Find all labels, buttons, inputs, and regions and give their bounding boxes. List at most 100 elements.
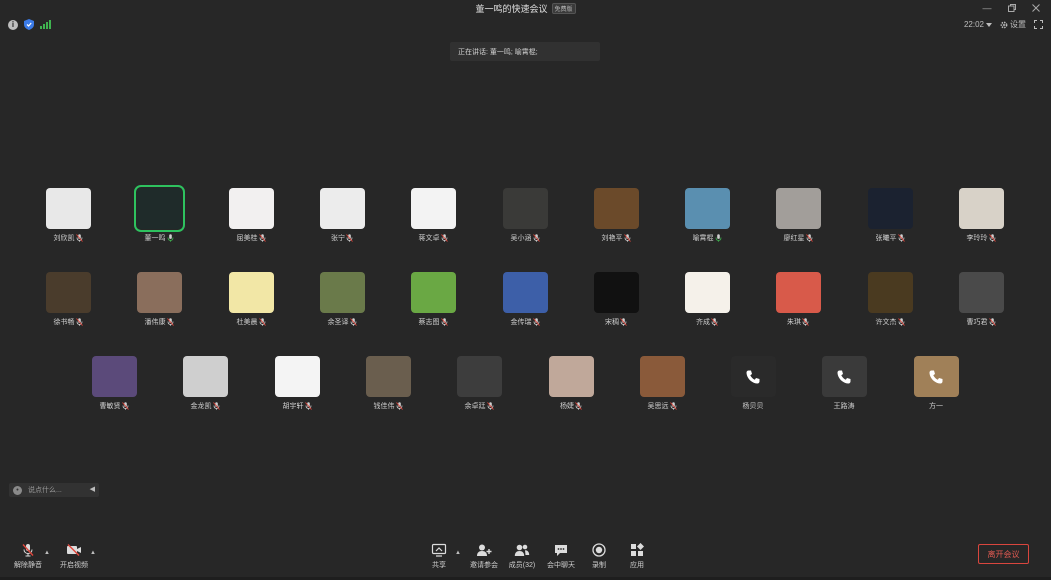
participant-name-row: 胡宇轩 [267, 401, 327, 411]
participant-name: 胡宇轩 [282, 403, 304, 410]
participant-tile[interactable]: 董一鸣 [129, 185, 189, 243]
chevron-down-icon [986, 22, 992, 27]
mic-muted-icon [623, 234, 631, 242]
unmute-button[interactable]: 解除静音 [10, 543, 46, 570]
participant-name: 余圣译 [327, 319, 349, 326]
participant-name-row: 余圣译 [312, 317, 372, 327]
chat-input[interactable]: • 说点什么... ◀ [9, 483, 99, 497]
participant-name: 余卓廷 [464, 403, 486, 410]
mic-muted-icon [346, 234, 353, 242]
participant-tile[interactable]: 刘艳平 [586, 188, 646, 243]
invite-button[interactable]: 邀请参会 [466, 543, 502, 570]
participant-tile[interactable]: 杜美晨 [221, 272, 281, 327]
participant-name: 方一 [929, 403, 943, 410]
participant-tile[interactable]: 徐书畅 [38, 272, 98, 327]
participant-tile[interactable]: 胡宇轩 [267, 356, 327, 411]
mic-muted-icon [897, 318, 905, 326]
minimize-icon[interactable]: — [981, 2, 993, 14]
participant-tile[interactable]: 齐成 [677, 272, 737, 327]
participant-name: 刘艳平 [601, 235, 623, 242]
participant-tile[interactable]: 喻霄棍 [677, 188, 737, 243]
info-icon[interactable]: i [8, 19, 18, 30]
close-icon[interactable] [1030, 2, 1042, 14]
participant-name: 曹敏贤 [99, 403, 121, 410]
meeting-title: 董一鸣的快速会议 [475, 4, 548, 14]
leave-meeting-button[interactable]: 离开会议 [978, 544, 1029, 564]
emoji-icon[interactable]: • [13, 485, 22, 495]
participant-avatar [228, 272, 274, 313]
chat-button[interactable]: 会中聊天 [543, 543, 579, 570]
record-button[interactable]: 录制 [581, 543, 617, 570]
participant-tile[interactable]: 钱佳伟 [358, 356, 418, 411]
signal-icon[interactable] [40, 20, 51, 29]
participant-avatar [548, 356, 594, 397]
participant-name-row: 刘艳平 [586, 233, 646, 243]
participant-tile[interactable]: 廖红星 [768, 188, 828, 243]
participant-name-row: 张宁 [312, 233, 372, 243]
participant-avatar [410, 188, 456, 229]
meeting-clock[interactable]: 22:02 [964, 20, 992, 29]
participant-name-row: 曹巧君 [951, 317, 1011, 327]
participant-name: 杨贝贝 [742, 403, 764, 410]
participant-tile[interactable]: 张宁 [312, 188, 372, 243]
participant-avatar [182, 356, 228, 397]
participant-tile[interactable]: 朱琪 [768, 272, 828, 327]
participant-tile[interactable]: 方一 [906, 356, 966, 411]
participant-name: 曹巧君 [966, 319, 988, 326]
participant-avatar [502, 188, 548, 229]
add-user-icon [477, 544, 492, 556]
participant-tile[interactable]: 吴思远 [632, 356, 692, 411]
participant-avatar [593, 188, 639, 229]
participant-name-row: 杨贝贝 [723, 401, 783, 411]
participant-tile[interactable]: 王路涛 [814, 356, 874, 411]
start-video-button[interactable]: 开启视频 [56, 543, 92, 570]
participant-tile[interactable]: 杨贝贝 [723, 356, 783, 411]
mic-muted-icon [395, 402, 403, 410]
participant-tile[interactable]: 张曦平 [860, 188, 920, 243]
settings-button[interactable]: 设置 [1000, 19, 1026, 30]
participant-avatar [502, 272, 548, 313]
participant-avatar [867, 188, 913, 229]
participant-tile[interactable]: 杨婕 [541, 356, 601, 411]
share-button[interactable]: 共享 [421, 543, 457, 570]
participant-name-row: 吴小涵 [495, 233, 555, 243]
participant-tile[interactable]: 许文杰 [860, 272, 920, 327]
participant-tile[interactable]: 金龙凯 [175, 356, 235, 411]
participant-tile[interactable]: 屈美桂 [221, 188, 281, 243]
collapse-chat-icon[interactable]: ◀ [90, 485, 95, 493]
participant-avatar [45, 188, 91, 229]
participant-tile[interactable]: 潘伟康 [129, 272, 189, 327]
apps-button[interactable]: 应用 [619, 543, 655, 570]
video-options-caret-icon[interactable]: ▲ [90, 550, 96, 556]
participant-tile[interactable]: 蒋文卓 [403, 188, 463, 243]
participant-tile[interactable]: 曹巧君 [951, 272, 1011, 327]
participant-tile[interactable]: 余卓廷 [449, 356, 509, 411]
participant-tile[interactable]: 曹敏贤 [84, 356, 144, 411]
restore-icon[interactable] [1006, 2, 1018, 14]
participant-avatar [136, 272, 182, 313]
participant-name-row: 杜美晨 [221, 317, 281, 327]
participant-name: 齐成 [696, 319, 710, 326]
participant-tile[interactable]: 余圣译 [312, 272, 372, 327]
participant-avatar [775, 272, 821, 313]
mic-muted-icon [532, 318, 540, 326]
members-button[interactable]: 成员(32) [504, 543, 540, 570]
shield-icon[interactable] [24, 19, 34, 30]
participant-tile[interactable]: 吴小涵 [495, 188, 555, 243]
mic-muted-icon [22, 544, 34, 557]
participant-tile[interactable]: 李玲玲 [951, 188, 1011, 243]
participant-avatar [319, 272, 365, 313]
participant-tile[interactable]: 宋稠 [586, 272, 646, 327]
audio-options-caret-icon[interactable]: ▲ [44, 550, 50, 556]
participant-tile[interactable]: 金传瑞 [495, 272, 555, 327]
participant-tile[interactable]: 蔡志图 [403, 272, 463, 327]
mic-muted-icon [349, 318, 357, 326]
mic-muted-icon [304, 402, 312, 410]
mic-muted-icon [258, 234, 266, 242]
camera-off-icon [67, 544, 81, 556]
phone-icon [731, 356, 776, 397]
participant-name: 许文杰 [875, 319, 897, 326]
share-options-caret-icon[interactable]: ▲ [455, 550, 461, 556]
participant-tile[interactable]: 刘欣凯 [38, 188, 98, 243]
fullscreen-button[interactable] [1034, 20, 1043, 29]
